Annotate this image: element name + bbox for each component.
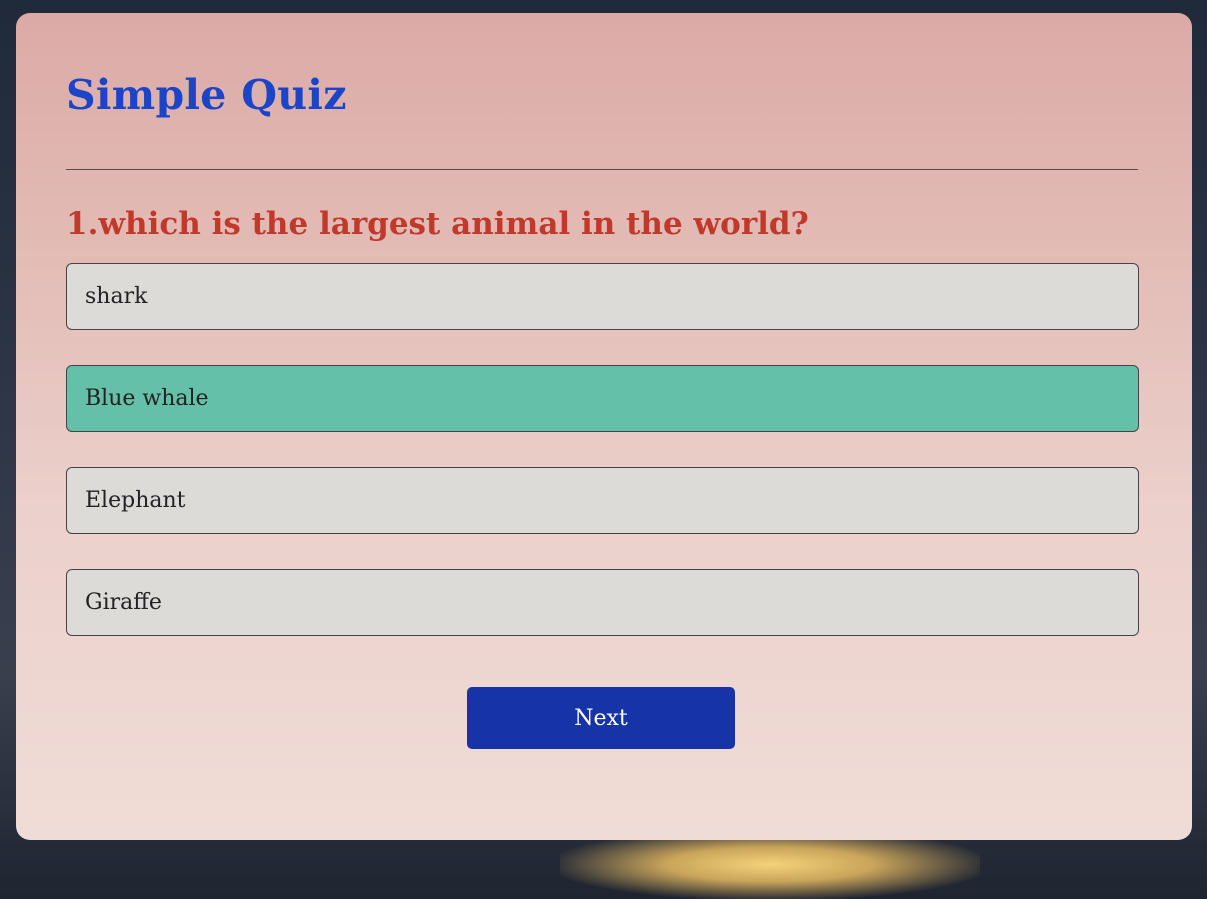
quiz-card: Simple Quiz 1.which is the largest anima… bbox=[16, 13, 1192, 840]
question-text: 1.which is the largest animal in the wor… bbox=[66, 206, 809, 242]
answer-option-blue-whale[interactable]: Blue whale bbox=[66, 365, 1139, 432]
quiz-title: Simple Quiz bbox=[66, 71, 347, 119]
answer-option-giraffe[interactable]: Giraffe bbox=[66, 569, 1139, 636]
answer-option-elephant[interactable]: Elephant bbox=[66, 467, 1139, 534]
answer-option-shark[interactable]: shark bbox=[66, 263, 1139, 330]
title-divider bbox=[66, 169, 1138, 170]
answer-list: shark Blue whale Elephant Giraffe bbox=[66, 263, 1139, 671]
next-button[interactable]: Next bbox=[467, 687, 735, 749]
background-light bbox=[560, 830, 980, 899]
